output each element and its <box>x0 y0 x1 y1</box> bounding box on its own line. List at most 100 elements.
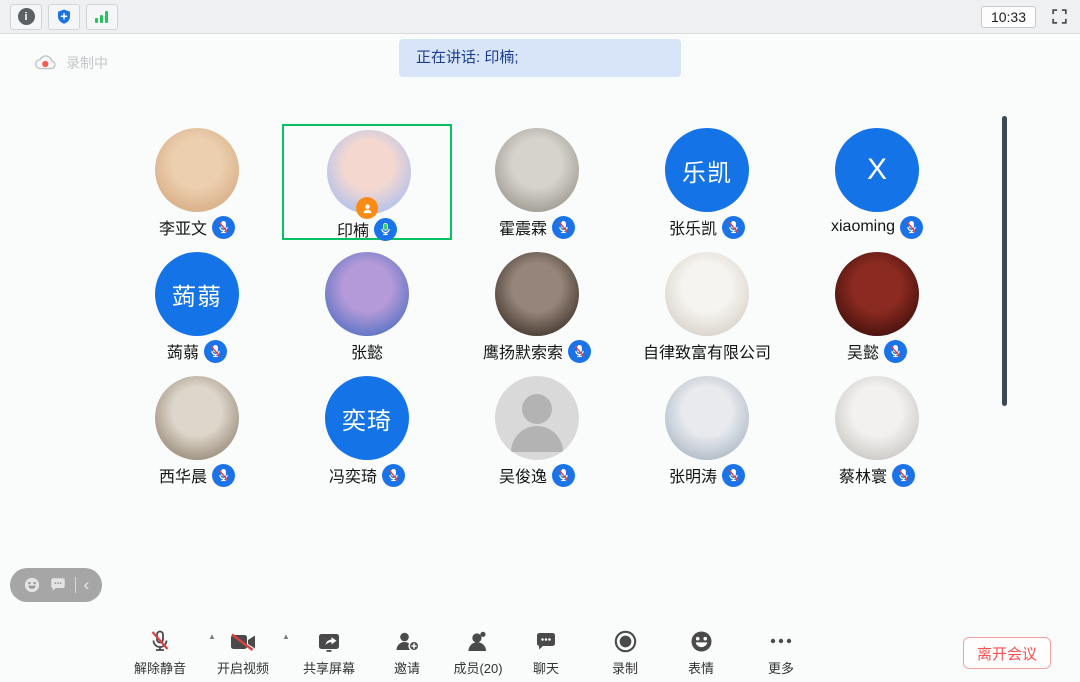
host-badge-icon <box>356 197 378 219</box>
participant-cell[interactable]: 张懿 <box>282 248 452 364</box>
participant-name: 霍震霖 <box>499 215 547 239</box>
mic-muted-icon[interactable] <box>204 340 227 363</box>
network-status-button[interactable] <box>86 4 118 30</box>
participant-name: 吴俊逸 <box>499 463 547 487</box>
participant-name-row: 张乐凯 <box>622 214 792 240</box>
mic-muted-icon[interactable] <box>212 216 235 239</box>
unmute-options-expander[interactable]: ▲ <box>208 632 216 641</box>
members-label: 成员(20) <box>453 658 502 677</box>
start-video-options-expander[interactable]: ▲ <box>282 632 290 641</box>
mic-speaking-icon[interactable] <box>374 218 397 241</box>
participant-cell[interactable]: 霍震霖 <box>452 124 622 240</box>
info-icon: i <box>18 8 35 25</box>
cloud-recording-icon <box>34 54 58 72</box>
participant-name: 吴懿 <box>847 339 879 363</box>
participant-name-row: 印楠 <box>284 216 450 242</box>
participant-name-row: 霍震霖 <box>452 214 622 240</box>
smiley-icon[interactable] <box>23 576 41 594</box>
members-button[interactable]: 成员(20) <box>453 628 502 677</box>
scrollbar-thumb[interactable] <box>1002 116 1007 406</box>
mic-muted-icon[interactable] <box>884 340 907 363</box>
participant-name: 张懿 <box>351 339 383 363</box>
emoji-button[interactable]: 表情 <box>688 628 714 677</box>
invite-button[interactable]: 邀请 <box>394 628 421 677</box>
participant-name: 冯奕琦 <box>329 463 377 487</box>
participant-name: xiaoming <box>831 218 895 236</box>
mic-muted-icon[interactable] <box>722 216 745 239</box>
participant-cell[interactable]: 吴懿 <box>792 248 962 364</box>
participant-name: 西华晨 <box>159 463 207 487</box>
mic-muted-icon[interactable] <box>212 464 235 487</box>
mic-muted-icon[interactable] <box>568 340 591 363</box>
mic-muted-icon[interactable] <box>382 464 405 487</box>
mic-muted-icon[interactable] <box>552 216 575 239</box>
participant-cell[interactable]: 张明涛 <box>622 372 792 488</box>
participant-cell[interactable]: 乐凯张乐凯 <box>622 124 792 240</box>
participant-name-row: 蒟蒻 <box>112 338 282 364</box>
participant-name-row: xiaoming <box>792 214 962 240</box>
participant-name-row: 李亚文 <box>112 214 282 240</box>
mic-off-icon <box>134 628 186 654</box>
chevron-left-icon[interactable]: ‹ <box>84 576 90 593</box>
avatar-initials: 乐凯 <box>682 153 732 188</box>
avatar-initials: X <box>867 153 887 187</box>
mic-muted-icon[interactable] <box>900 216 923 239</box>
avatar: 蒟蒻 <box>155 252 239 336</box>
participant-name-row: 张懿 <box>282 338 452 364</box>
mic-muted-icon[interactable] <box>722 464 745 487</box>
participant-cell[interactable]: 印楠 <box>282 124 452 240</box>
participant-cell[interactable]: 李亚文 <box>112 124 282 240</box>
share-screen-button[interactable]: 共享屏幕 <box>303 628 355 677</box>
recording-label: 录制中 <box>66 53 108 73</box>
fullscreen-button[interactable] <box>1048 6 1070 28</box>
chat-bubble-icon[interactable] <box>49 576 67 594</box>
participant-cell[interactable]: 蔡林寰 <box>792 372 962 488</box>
mic-muted-icon[interactable] <box>892 464 915 487</box>
fullscreen-icon <box>1050 7 1069 26</box>
chat-bubble-icon <box>533 628 559 654</box>
unmute-label: 解除静音 <box>134 658 186 677</box>
bottom-toolbar: 解除静音 ▲ 开启视频 ▲ 共享屏幕邀请成员(20) 聊天 录制表情 更多 <box>0 620 1080 682</box>
invite-person-icon <box>394 628 421 654</box>
participant-name: 鹰扬默索索 <box>483 339 563 363</box>
emoji-label: 表情 <box>688 658 714 677</box>
more-dots-icon <box>768 628 794 654</box>
start-video-button[interactable]: 开启视频 <box>217 628 269 677</box>
info-button[interactable]: i <box>10 4 42 30</box>
avatar: 乐凯 <box>665 128 749 212</box>
start-video-label: 开启视频 <box>217 658 269 677</box>
participant-name-row: 自律致富有限公司 <box>622 338 792 364</box>
participant-name: 蒟蒻 <box>167 339 199 363</box>
participant-name: 印楠 <box>337 217 369 241</box>
mic-muted-icon[interactable] <box>552 464 575 487</box>
person-silhouette-icon <box>495 376 579 460</box>
top-bar-right: 10:33 <box>981 6 1070 28</box>
meeting-window: i 10:33 录制中 正在讲话: 印楠; 李亚文印楠霍震霖乐凯张乐凯Xxiao… <box>0 0 1080 682</box>
signal-bars-icon <box>94 9 110 25</box>
participant-name: 李亚文 <box>159 215 207 239</box>
security-button[interactable] <box>48 4 80 30</box>
participant-name-row: 吴俊逸 <box>452 462 622 488</box>
more-button[interactable]: 更多 <box>768 628 794 677</box>
avatar <box>835 252 919 336</box>
participant-cell[interactable]: 自律致富有限公司 <box>622 248 792 364</box>
participant-name: 张乐凯 <box>669 215 717 239</box>
leave-meeting-button[interactable]: 离开会议 <box>963 637 1051 669</box>
participant-cell[interactable]: 蒟蒻蒟蒻 <box>112 248 282 364</box>
participant-name: 自律致富有限公司 <box>643 339 771 363</box>
participant-name: 张明涛 <box>669 463 717 487</box>
participant-cell[interactable]: Xxiaoming <box>792 124 962 240</box>
participant-name-row: 张明涛 <box>622 462 792 488</box>
participant-cell[interactable]: 鹰扬默索索 <box>452 248 622 364</box>
participant-cell[interactable]: 西华晨 <box>112 372 282 488</box>
avatar-initials: 奕琦 <box>342 401 392 436</box>
unmute-button[interactable]: 解除静音 <box>134 628 186 677</box>
avatar <box>665 376 749 460</box>
chat-button[interactable]: 聊天 <box>533 628 559 677</box>
participant-cell[interactable]: 奕琦冯奕琦 <box>282 372 452 488</box>
record-button[interactable]: 录制 <box>612 628 638 677</box>
members-icon <box>453 628 502 654</box>
participant-cell[interactable]: 吴俊逸 <box>452 372 622 488</box>
top-bar: i 10:33 <box>0 0 1080 34</box>
participant-name-row: 蔡林寰 <box>792 462 962 488</box>
